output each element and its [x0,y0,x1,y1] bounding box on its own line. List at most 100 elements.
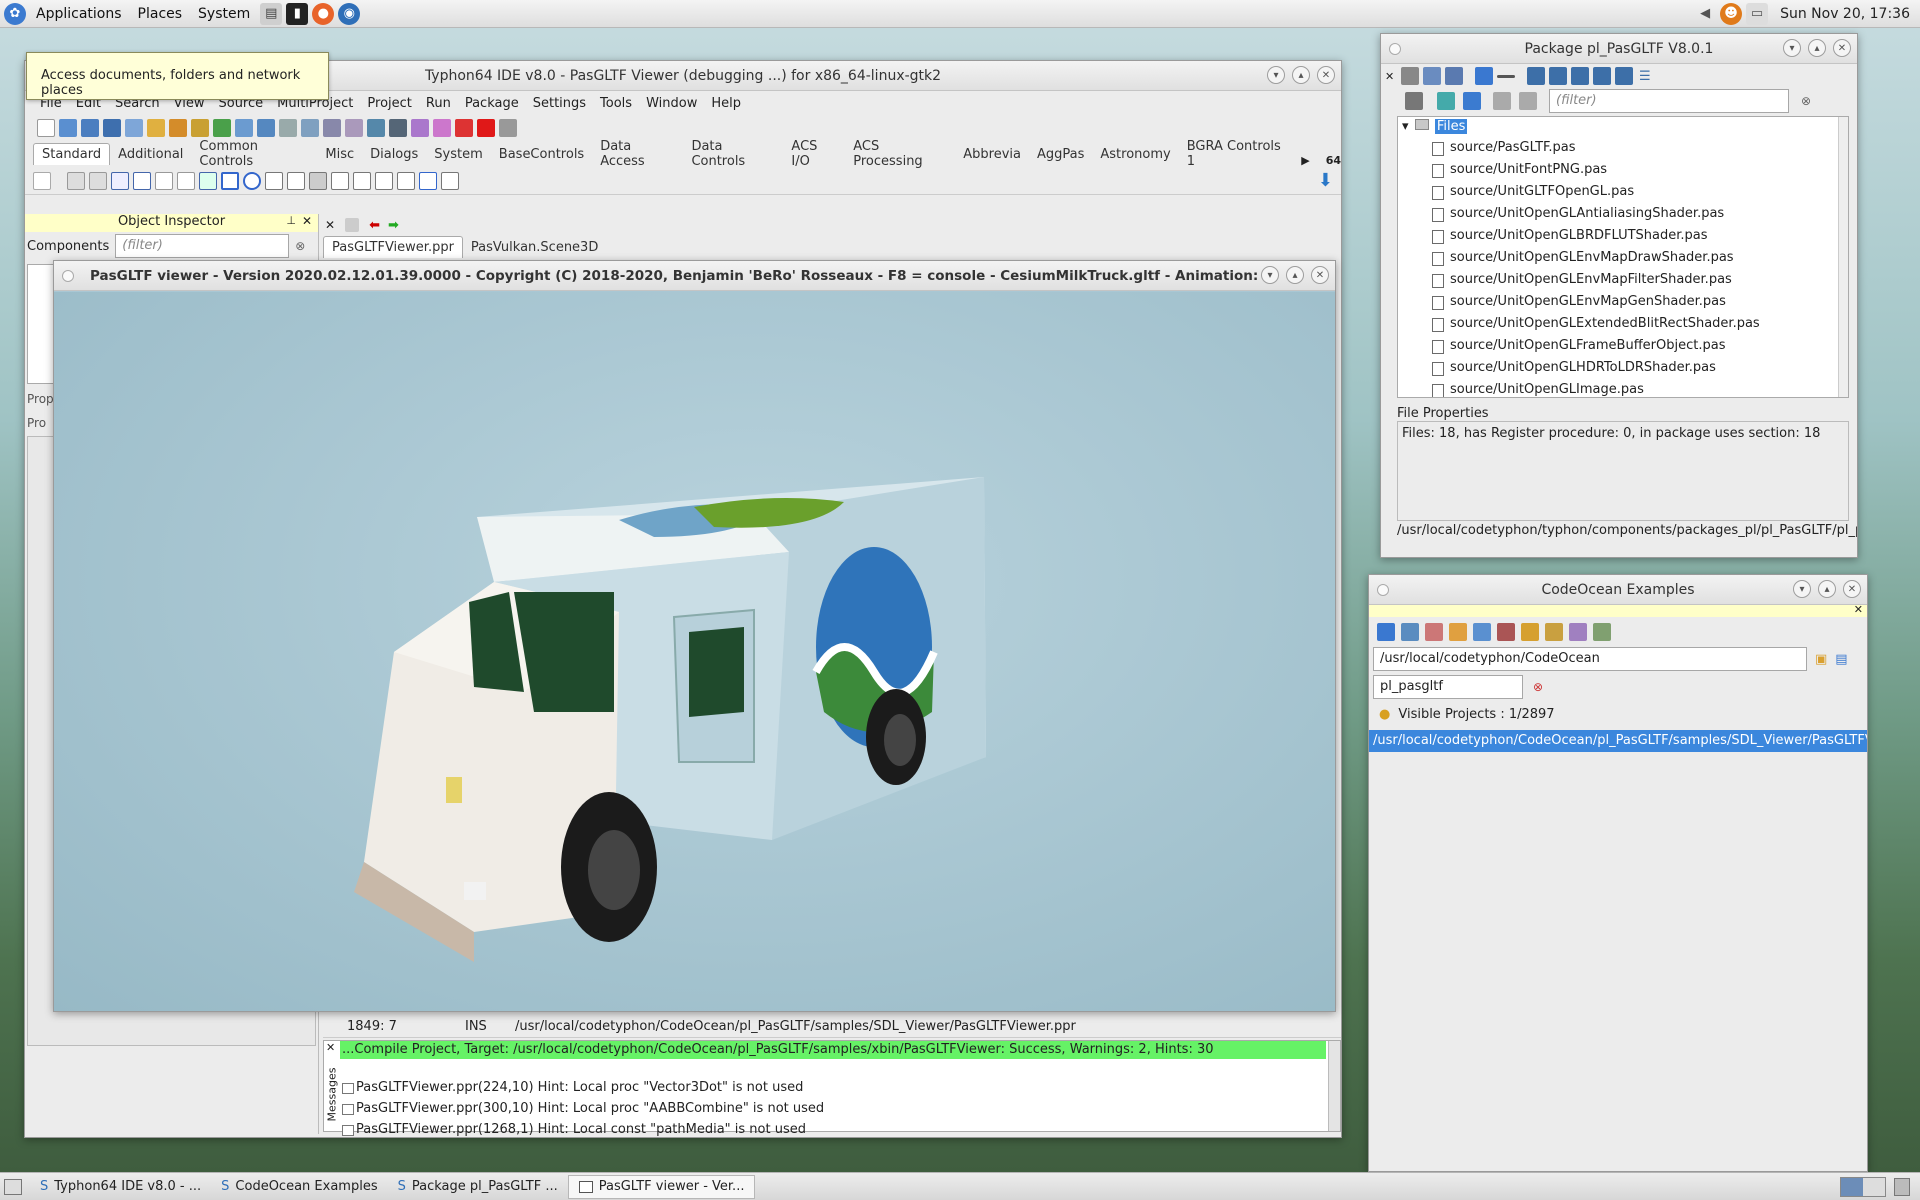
file-item[interactable]: source/UnitOpenGLBRDFLUTShader.pas [1398,225,1848,247]
tab-abbrevia[interactable]: Abbrevia [955,144,1029,165]
close-icon[interactable]: ✕ [1843,580,1861,598]
menu-applications[interactable]: Applications [28,6,130,22]
monitor-icon[interactable] [389,119,407,137]
tree-expand-icon[interactable]: ▾ [1402,119,1409,134]
tools-icon[interactable] [1497,623,1515,641]
taskbar-item-package[interactable]: S Package pl_PasGLTF ... [388,1175,568,1199]
tab-additional[interactable]: Additional [110,144,191,165]
clear-search-icon[interactable]: ⊗ [1533,680,1543,694]
pin-icon[interactable]: ⊥ [286,214,296,227]
radiobutton-icon[interactable] [243,171,261,190]
firefox-launcher-icon[interactable]: ● [312,2,335,25]
save-package-icon[interactable] [1401,67,1419,85]
save-icon[interactable] [81,119,99,137]
nav-back-icon[interactable]: ⬅ [369,218,380,233]
open-book-icon[interactable]: ▤ [1835,652,1847,667]
menu-icon[interactable] [1615,67,1633,85]
file-item[interactable]: source/UnitOpenGLAntialiasingShader.pas [1398,203,1848,225]
network-icon[interactable]: ▭ [1746,2,1769,25]
maximize-icon[interactable]: ▴ [1292,66,1310,84]
menu-settings[interactable]: Settings [526,96,593,111]
minimize-icon[interactable]: ▾ [1267,66,1285,84]
tab-system[interactable]: System [426,144,490,165]
volume-icon[interactable]: ◀ [1694,3,1716,25]
sync-icon[interactable] [1593,623,1611,641]
minimize-icon[interactable]: ▾ [1783,39,1801,57]
trash-icon[interactable] [1894,1177,1910,1196]
tab-data-controls[interactable]: Data Controls [683,136,783,172]
build-icon[interactable] [169,119,187,137]
groupbox-icon[interactable] [331,171,349,190]
panel-icon[interactable] [397,171,415,190]
package-clear-filter-icon[interactable]: ⊗ [1801,94,1811,108]
taskbar-item-typhon[interactable]: S Typhon64 IDE v8.0 - ... [30,1175,211,1199]
workspace-switcher[interactable] [1840,1176,1886,1197]
more-icon[interactable] [1571,67,1589,85]
message-item[interactable]: PasGLTFViewer.ppr(300,10) Hint: Local pr… [338,1098,1340,1119]
sort-icon[interactable] [1437,92,1455,110]
menu-project[interactable]: Project [360,96,418,111]
tab-common-controls[interactable]: Common Controls [191,136,317,172]
project-list-area[interactable] [1369,752,1867,1162]
messages-scrollbar[interactable] [1328,1041,1340,1131]
edit-project-icon[interactable] [1401,623,1419,641]
compile-package-icon[interactable] [1423,67,1441,85]
download-arrow-icon[interactable]: ⬇ [1318,170,1333,191]
search-project-icon[interactable] [1473,623,1491,641]
maximize-icon[interactable]: ▴ [1818,580,1836,598]
editor-close-icon[interactable]: ✕ [325,218,335,232]
build-project-icon[interactable] [1425,623,1443,641]
step-into-icon[interactable] [235,119,253,137]
file-item[interactable]: source/PasGLTF.pas [1398,137,1848,159]
menu-places[interactable]: Places [130,6,191,22]
file-item[interactable]: source/UnitOpenGLExtendedBlitRectShader.… [1398,313,1848,335]
codeocean-path-input[interactable]: /usr/local/codetyphon/CodeOcean [1373,647,1807,671]
find-icon[interactable] [125,119,143,137]
label-icon[interactable] [133,171,151,190]
close-icon[interactable]: ✕ [1317,66,1335,84]
tab-standard[interactable]: Standard [33,143,111,165]
file-item[interactable]: source/UnitOpenGLFrameBufferObject.pas [1398,335,1848,357]
tab-data-access[interactable]: Data Access [592,136,683,172]
tree-vscrollbar[interactable] [1838,117,1848,397]
pointer-icon[interactable] [33,171,51,190]
message-item[interactable]: PasGLTFViewer.ppr(1268,1) Hint: Local co… [338,1119,1340,1140]
tree-view-icon[interactable] [1405,92,1423,110]
close-icon[interactable]: ✕ [1311,266,1329,284]
nav-forward-icon[interactable]: ➡ [388,218,399,233]
inspector-close-icon[interactable]: ✕ [302,214,312,228]
tool-icon[interactable] [279,119,297,137]
checkgroup-icon[interactable] [375,171,393,190]
togglebox-icon[interactable] [199,171,217,190]
compile-status-line[interactable]: ...Compile Project, Target: /usr/local/c… [340,1041,1326,1059]
tab-bgra-controls-1[interactable]: BGRA Controls 1 [1179,136,1296,172]
menu-package[interactable]: Package [458,96,526,111]
form-icon[interactable] [301,119,319,137]
files-root-node[interactable]: Files [1434,119,1468,134]
window-menu-icon[interactable] [62,270,74,282]
open-folder-icon[interactable] [1449,623,1467,641]
file-item[interactable]: source/UnitOpenGLImage.pas [1398,379,1848,397]
radiogroup-icon[interactable] [353,171,371,190]
clock[interactable]: Sun Nov 20, 17:36 [1770,6,1920,22]
terminal-launcher-icon[interactable]: ▮ [286,2,309,25]
codeocean-titlebar[interactable]: CodeOcean Examples ▾ ▴ ✕ [1369,575,1867,605]
codeocean-search-input[interactable]: pl_pasgltf [1373,675,1523,699]
tab-aggpas[interactable]: AggPas [1029,144,1092,165]
compile-icon[interactable] [191,119,209,137]
minimize-icon[interactable]: ▾ [1793,580,1811,598]
codeocean-close-icon[interactable]: ✕ [1854,603,1863,616]
toggle-form-icon[interactable] [345,119,363,137]
tab-basecontrols[interactable]: BaseControls [491,144,592,165]
memo-icon[interactable] [177,171,195,190]
actionlist-icon[interactable] [441,171,459,190]
render-viewport[interactable] [54,292,1335,1011]
sort-alpha-icon[interactable] [1463,92,1481,110]
tab-pasgltfviewer[interactable]: PasGLTFViewer.ppr [323,236,463,258]
run-icon[interactable] [213,119,231,137]
unit-icon[interactable] [323,119,341,137]
update-notifier-icon[interactable]: ☻ [1720,2,1743,25]
use-icon[interactable] [1527,67,1545,85]
help-icon[interactable] [1593,67,1611,85]
frame-icon[interactable] [419,171,437,190]
